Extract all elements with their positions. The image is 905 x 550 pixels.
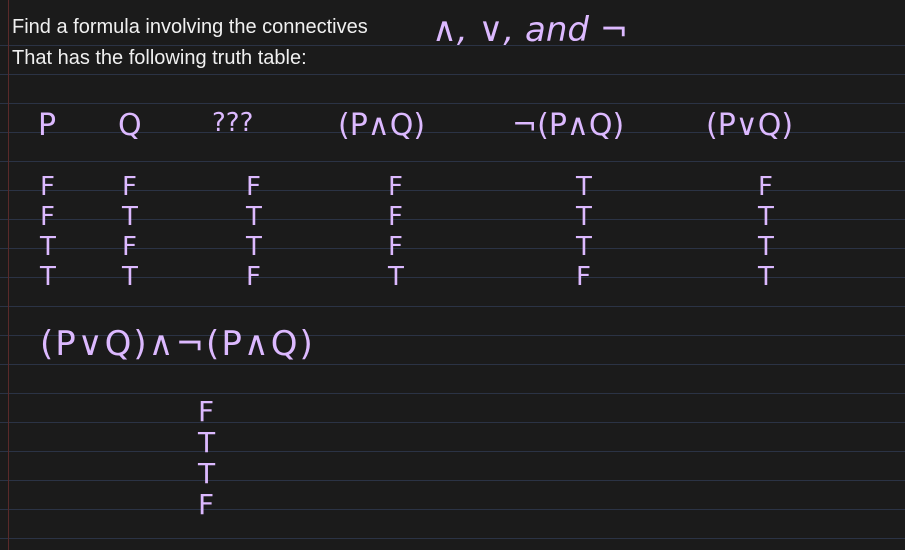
- header-q: Q: [118, 108, 142, 143]
- cell: F: [388, 202, 403, 232]
- cell: F: [40, 172, 55, 202]
- cell: F: [576, 262, 591, 292]
- cell: T: [576, 202, 592, 232]
- cell: T: [40, 262, 56, 292]
- answer-column: F T T F: [198, 396, 215, 520]
- cell: T: [198, 426, 216, 459]
- handwritten-connectives: ∧, ∨, and ¬: [432, 10, 629, 50]
- header-p: P: [38, 108, 57, 143]
- header-not-p-and-q: ¬(P∧Q): [512, 108, 625, 143]
- cell: T: [246, 232, 262, 262]
- prompt-line-2: That has the following truth table:: [12, 47, 307, 69]
- cell: F: [198, 395, 215, 428]
- column-p-or-q: F T T T: [758, 172, 774, 292]
- cell: T: [40, 232, 56, 262]
- cell: F: [246, 262, 261, 292]
- cell: T: [576, 232, 592, 262]
- cell: F: [198, 488, 215, 521]
- cell: F: [122, 172, 137, 202]
- column-p: F F T T: [40, 172, 56, 292]
- answer-formula: (P∨Q)∧¬(P∧Q): [40, 324, 315, 364]
- cell: T: [758, 232, 774, 262]
- cell: T: [388, 262, 404, 292]
- cell: F: [122, 232, 137, 262]
- cell: F: [246, 172, 261, 202]
- cell: F: [388, 172, 403, 202]
- cell: F: [758, 172, 773, 202]
- column-p-and-q: F F F T: [388, 172, 404, 292]
- prompt-line-1: Find a formula involving the connectives: [12, 16, 368, 38]
- column-unknown: F T T F: [246, 172, 262, 292]
- cell: T: [246, 202, 262, 232]
- cell: T: [198, 457, 216, 490]
- cell: F: [388, 232, 403, 262]
- cell: T: [122, 262, 138, 292]
- cell: T: [758, 262, 774, 292]
- column-not-p-and-q: T T T F: [576, 172, 592, 292]
- cell: F: [40, 202, 55, 232]
- header-p-or-q: (P∨Q): [706, 108, 794, 143]
- cell: T: [122, 202, 138, 232]
- header-p-and-q: (P∧Q): [338, 108, 426, 143]
- margin-line: [8, 0, 9, 550]
- column-q: F T F T: [122, 172, 138, 292]
- cell: T: [758, 202, 774, 232]
- header-unknown: ???: [212, 108, 254, 138]
- cell: T: [576, 172, 592, 202]
